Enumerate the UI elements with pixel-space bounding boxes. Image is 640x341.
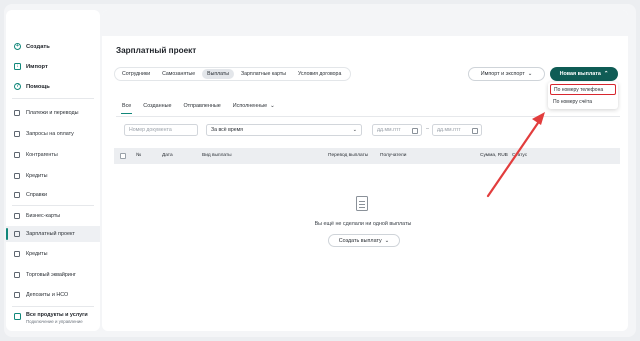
tab-payouts[interactable]: Выплаты xyxy=(202,69,235,79)
calendar-icon xyxy=(412,127,418,134)
empty-state-text: Вы ещё не сделали ни одной выплаты xyxy=(314,221,412,227)
import-icon: ↓ xyxy=(14,63,21,70)
date-range-dash: – xyxy=(426,126,429,132)
sidebar-item-business-cards[interactable]: Бизнес-карты xyxy=(6,208,100,224)
salary-icon xyxy=(14,231,20,237)
sidebar-item-acquiring[interactable]: Торговый эквайринг xyxy=(6,267,100,283)
sidebar-item-contacts[interactable]: Контрагенты xyxy=(6,147,100,163)
sidebar-item-requests[interactable]: Запросы на оплату xyxy=(6,126,100,142)
sidebar-item-payments[interactable]: Платежи и переводы xyxy=(6,105,100,121)
sidebar-item-documents[interactable]: Справки xyxy=(6,187,100,203)
credit-icon xyxy=(14,251,20,257)
create-payout-button[interactable]: Создать выплату ⌄ xyxy=(328,234,400,247)
sidebar: + Создать ↓ Импорт ? Помощь Платежи и пе… xyxy=(6,10,100,331)
documents-icon xyxy=(14,192,20,198)
status-subtabs: Все Созданные Отправленные Исполненные ⌄ xyxy=(120,100,287,114)
deposit-icon xyxy=(14,292,20,298)
subtab-sent[interactable]: Отправленные xyxy=(183,100,220,111)
sidebar-item-credits[interactable]: Кредиты xyxy=(6,168,100,184)
section-tabs: Сотрудники Самозанятые Выплаты Зарплатны… xyxy=(114,67,352,81)
tab-self-employed[interactable]: Самозанятые xyxy=(157,69,200,79)
subtabs-divider xyxy=(116,116,620,117)
help-icon: ? xyxy=(14,83,21,90)
date-to-input[interactable]: дд.мм.гггг xyxy=(432,124,482,136)
chevron-down-icon: ⌄ xyxy=(384,237,390,244)
col-transfer[interactable]: Перевод выплаты xyxy=(328,153,368,158)
dropdown-by-phone[interactable]: По номеру телефона xyxy=(550,84,616,95)
sidebar-import[interactable]: ↓ Импорт xyxy=(14,63,48,70)
subtab-all[interactable]: Все xyxy=(120,100,133,114)
contacts-icon xyxy=(14,152,20,158)
period-select[interactable]: За всё время ⌄ xyxy=(206,124,362,136)
sidebar-all-products[interactable]: Все продукты и услуги Подключение и упра… xyxy=(12,312,96,324)
doc-number-input[interactable]: Номер документа xyxy=(124,124,198,136)
col-date[interactable]: Дата xyxy=(162,153,173,158)
document-icon xyxy=(356,196,368,211)
products-icon xyxy=(14,313,21,320)
chevron-down-icon: ⌄ xyxy=(270,102,275,109)
new-payout-dropdown: По номеру телефона По номеру счёта xyxy=(548,82,618,109)
table-header: № Дата Вид выплаты Перевод выплаты Получ… xyxy=(114,148,620,164)
header-strip xyxy=(102,10,628,36)
import-export-button[interactable]: Импорт и экспорт ⌄ xyxy=(468,67,545,81)
plus-circle-icon: + xyxy=(14,43,21,50)
dropdown-by-account[interactable]: По номеру счёта xyxy=(550,96,616,107)
credit-icon xyxy=(14,173,20,179)
subtab-created[interactable]: Созданные xyxy=(143,100,171,111)
col-status[interactable]: Статус xyxy=(512,153,527,158)
chevron-down-icon: ⌄ xyxy=(527,71,533,77)
request-icon xyxy=(14,131,20,137)
card-icon xyxy=(14,213,20,219)
col-payout-type[interactable]: Вид выплаты xyxy=(202,153,232,158)
sidebar-divider xyxy=(12,306,94,307)
tab-salary-cards[interactable]: Зарплатные карты xyxy=(236,69,291,79)
sidebar-divider xyxy=(12,98,94,99)
payments-icon xyxy=(14,110,20,116)
col-recipients[interactable]: Получатели xyxy=(380,153,406,158)
page-title: Зарплатный проект xyxy=(116,46,197,55)
acquiring-icon xyxy=(14,272,20,278)
sidebar-item-salary-project[interactable]: Зарплатный проект xyxy=(6,226,100,242)
tab-employees[interactable]: Сотрудники xyxy=(117,69,155,79)
select-all-checkbox[interactable] xyxy=(120,152,126,159)
sidebar-item-credits-2[interactable]: Кредиты xyxy=(6,246,100,262)
calendar-icon xyxy=(472,127,478,134)
col-number[interactable]: № xyxy=(136,153,141,158)
main-panel: Зарплатный проект Сотрудники Самозанятые… xyxy=(102,10,628,331)
chevron-down-icon: ⌄ xyxy=(352,127,357,133)
subtab-executed[interactable]: Исполненные ⌄ xyxy=(233,100,275,111)
tab-contract-terms[interactable]: Условия договора xyxy=(293,69,346,79)
new-payout-button[interactable]: Новая выплата ⌃ xyxy=(550,67,618,81)
sidebar-help[interactable]: ? Помощь xyxy=(14,83,50,90)
sidebar-divider xyxy=(12,205,94,206)
col-amount[interactable]: Сумма, RUB xyxy=(480,153,508,158)
chevron-up-icon: ⌃ xyxy=(603,71,609,77)
sidebar-create[interactable]: + Создать xyxy=(14,43,50,50)
sidebar-item-deposits[interactable]: Депозиты и НСО xyxy=(6,287,100,303)
date-from-input[interactable]: дд.мм.гггг xyxy=(372,124,422,136)
